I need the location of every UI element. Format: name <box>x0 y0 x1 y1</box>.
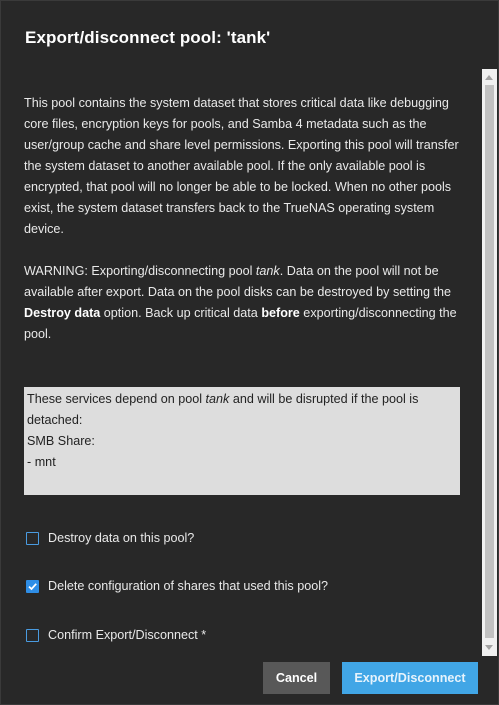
info-text: This pool contains the system dataset th… <box>24 96 459 236</box>
dialog-title: Export/disconnect pool: 'tank' <box>25 28 271 47</box>
delete-share-config-checkbox[interactable] <box>26 579 39 593</box>
services-pool-name: tank <box>205 392 230 406</box>
dependent-services-box: These services depend on pool tank and w… <box>24 387 460 495</box>
confirm-export-checkbox[interactable] <box>26 628 39 642</box>
warning-prefix: WARNING: Exporting/disconnecting pool <box>24 264 256 278</box>
scrollbar-thumb[interactable] <box>485 85 494 638</box>
destroy-data-checkbox[interactable] <box>26 531 39 545</box>
warning-before: before <box>261 306 300 320</box>
warning-mid-2: option. Back up critical data <box>100 306 262 320</box>
dialog-content[interactable]: This pool contains the system dataset th… <box>1 69 482 656</box>
scroll-up-arrow-icon[interactable] <box>485 75 493 80</box>
export-disconnect-dialog: Export/disconnect pool: 'tank' This pool… <box>0 0 499 705</box>
cancel-button[interactable]: Cancel <box>263 662 330 694</box>
warning-pool-name: tank <box>255 264 280 278</box>
content-scrollbar[interactable] <box>482 69 497 656</box>
warning-text: WARNING: Exporting/disconnecting pool ta… <box>24 261 464 345</box>
services-intro: These services depend on pool tank and w… <box>27 389 457 431</box>
services-item: - mnt <box>27 455 56 469</box>
confirm-export-label[interactable]: Confirm Export/Disconnect * <box>48 628 206 642</box>
export-disconnect-button[interactable]: Export/Disconnect <box>342 662 478 694</box>
delete-share-config-checkbox-row[interactable]: Delete configuration of shares that used… <box>26 579 328 593</box>
warning-destroy-data: Destroy data <box>24 306 101 320</box>
checkmark-icon <box>28 582 37 590</box>
services-heading: SMB Share: <box>27 434 95 448</box>
confirm-export-checkbox-row[interactable]: Confirm Export/Disconnect * <box>26 628 206 642</box>
scroll-down-arrow-icon[interactable] <box>485 645 493 650</box>
destroy-data-checkbox-row[interactable]: Destroy data on this pool? <box>26 531 194 545</box>
destroy-data-label[interactable]: Destroy data on this pool? <box>48 531 194 545</box>
services-intro-prefix: These services depend on pool <box>27 392 206 406</box>
delete-share-config-label[interactable]: Delete configuration of shares that used… <box>48 579 328 593</box>
